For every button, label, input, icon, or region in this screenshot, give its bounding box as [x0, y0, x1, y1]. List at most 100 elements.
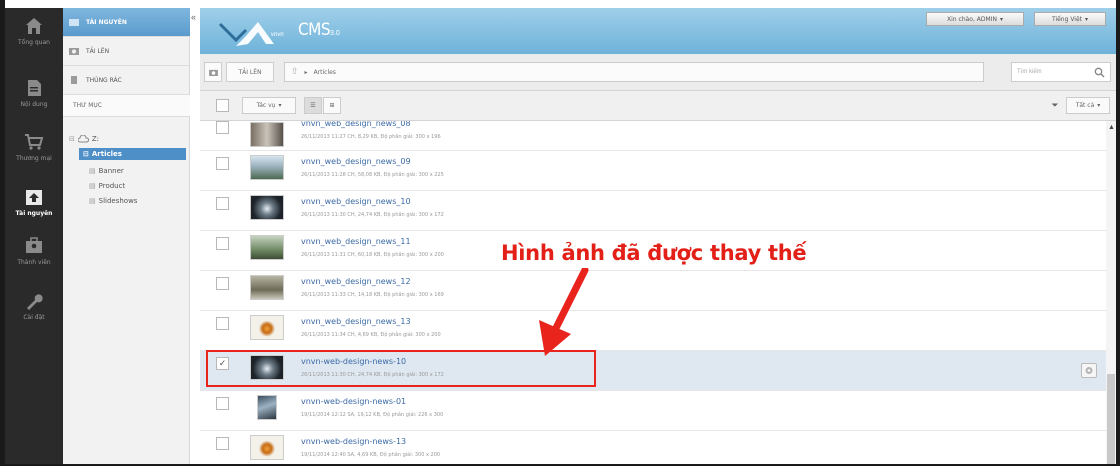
path-breadcrumb: ⇧ ▸ Articles	[284, 62, 984, 82]
search-icon[interactable]	[1094, 67, 1105, 78]
caret-down-icon: ▾	[999, 15, 1003, 23]
filter-button[interactable]: ⏷	[1046, 97, 1064, 114]
file-meta: 26/11/2013 11:34 CH, 4,69 KB, Độ phân gi…	[301, 332, 441, 338]
search-placeholder: Tìm kiếm	[1017, 69, 1042, 75]
row-checkbox[interactable]	[216, 197, 229, 210]
nav-item-settings[interactable]: Cài đặt	[5, 291, 63, 321]
file-list: vnvn_web_design_news_08 26/11/2013 11:27…	[200, 121, 1106, 464]
nav-item-members[interactable]: Thành viên	[5, 236, 63, 266]
trash-icon	[71, 76, 77, 84]
file-thumbnail	[257, 395, 277, 420]
file-meta: 26/11/2013 11:27 CH, 8,29 KB, Độ phân gi…	[301, 134, 441, 140]
language-label: Tiếng Việt	[1051, 15, 1083, 23]
file-meta: 19/11/2014 12:40 SA, 4,69 KB, Độ phân gi…	[301, 452, 441, 458]
caret-down-icon: ▾	[278, 102, 282, 109]
user-menu-button[interactable]: Xin chào, ADMIN ▾	[926, 12, 1024, 26]
actions-label: Tác vụ	[256, 102, 276, 109]
logo: vnvn CMS 3.0	[214, 14, 354, 50]
list-view-button[interactable]: ☰	[304, 97, 322, 114]
nav-item-overview[interactable]: Tổng quan	[5, 16, 63, 46]
file-name[interactable]: vnvn_web_design_news_12	[301, 277, 411, 286]
gear-icon	[1085, 367, 1093, 374]
row-settings-button[interactable]	[1081, 363, 1097, 378]
nav-item-content[interactable]: Nội dung	[5, 78, 63, 108]
file-thumbnail	[250, 195, 284, 220]
upload-icon	[26, 190, 42, 205]
file-name[interactable]: vnvn_web_design_news_11	[301, 237, 411, 246]
file-name[interactable]: vnvn-web-design-news-01	[301, 397, 406, 406]
folder-up-icon[interactable]: ⇧	[291, 67, 299, 77]
row-checkbox[interactable]	[216, 237, 229, 250]
logo-version: 3.0	[330, 30, 340, 37]
sidebar-item-upload[interactable]: TẢI LÊN	[63, 37, 190, 66]
camera-button[interactable]	[204, 62, 222, 82]
file-name[interactable]: vnvn_web_design_news_08	[301, 121, 411, 128]
filter-dropdown[interactable]: Tất cả ▾	[1066, 97, 1110, 114]
folder-label: Articles	[91, 150, 122, 158]
search-input[interactable]: Tìm kiếm	[1011, 62, 1111, 82]
table-row[interactable]: vnvn-web-design-news-01 19/11/2014 12:12…	[200, 391, 1106, 431]
upload-button[interactable]: TẢI LÊN	[226, 62, 274, 82]
file-name[interactable]: vnvn-web-design-news-13	[301, 437, 406, 446]
table-row[interactable]: vnvn_web_design_news_08 26/11/2013 11:27…	[200, 121, 1106, 151]
sidebar-item-trash[interactable]: THÙNG RÁC	[63, 66, 190, 95]
folder-banner[interactable]: ▤ Banner	[89, 167, 124, 175]
table-row[interactable]: vnvn_web_design_news_13 26/11/2013 11:34…	[200, 311, 1106, 351]
folder-product[interactable]: ▤ Product	[89, 182, 125, 190]
path-toolbar: TẢI LÊN ⇧ ▸ Articles Tìm kiếm	[200, 54, 1116, 91]
file-meta: 26/11/2013 11:33 CH, 14,18 KB, Độ phân g…	[301, 292, 444, 298]
breadcrumb-separator-icon: ▸	[304, 68, 308, 76]
table-row[interactable]: vnvn_web_design_news_09 26/11/2013 11:28…	[200, 151, 1106, 191]
scroll-up-icon[interactable]: ▲	[1108, 124, 1115, 131]
file-thumbnail	[250, 235, 284, 260]
file-name[interactable]: vnvn_web_design_news_09	[301, 157, 411, 166]
annotation-arrow-icon	[539, 268, 589, 356]
folder-label: Product	[98, 182, 126, 190]
nav-label: Tài nguyên	[15, 210, 53, 217]
folder-articles[interactable]: ⊟ Articles	[79, 148, 186, 160]
language-button[interactable]: Tiếng Việt ▾	[1034, 12, 1106, 26]
camera-icon	[208, 69, 218, 76]
table-row[interactable]: vnvn-web-design-news-13 19/11/2014 12:40…	[200, 431, 1106, 464]
file-name[interactable]: vnvn_web_design_news_13	[301, 317, 411, 326]
folder-slideshows[interactable]: ▤ Slideshows	[89, 197, 137, 205]
nav-label: Thương mại	[16, 155, 52, 162]
actions-dropdown[interactable]: Tác vụ ▾	[242, 97, 296, 114]
select-all-checkbox[interactable]	[216, 99, 229, 112]
breadcrumb-current[interactable]: Articles	[314, 69, 336, 76]
grid-view-button[interactable]: ⊞	[323, 97, 341, 114]
nav-label: Cài đặt	[23, 314, 45, 321]
annotation-text: Hình ảnh đã được thay thế	[501, 241, 807, 265]
table-row[interactable]: vnvn_web_design_news_12 26/11/2013 11:33…	[200, 271, 1106, 311]
logo-text: CMS	[298, 20, 331, 40]
tree-root[interactable]: ⊟ Z:	[69, 135, 99, 143]
caret-down-icon: ▾	[1085, 15, 1089, 23]
cart-icon	[25, 134, 44, 150]
nav-item-resources[interactable]: Tài nguyên	[5, 187, 63, 217]
sidebar-title[interactable]: TÀI NGUYÊN	[63, 8, 190, 37]
folder-header-label: THƯ MỤC	[73, 102, 102, 109]
row-checkbox[interactable]	[216, 317, 229, 330]
row-checkbox[interactable]	[216, 121, 229, 134]
folder-label: Slideshows	[98, 197, 138, 205]
nav-label: Tổng quan	[18, 39, 50, 46]
main-nav: Tổng quan Nội dung Thương mại Tài nguyên…	[5, 8, 63, 464]
document-icon	[28, 80, 41, 96]
frame-right-border	[1116, 0, 1120, 466]
nav-label: Thành viên	[17, 259, 51, 266]
sidebar-item-label: THÙNG RÁC	[86, 76, 122, 84]
nav-label: Nội dung	[20, 101, 48, 108]
list-scrollbar-thumb[interactable]	[1107, 374, 1115, 464]
row-checkbox[interactable]	[216, 397, 229, 410]
folder-icon: ▤	[89, 167, 96, 175]
filter-icon: ⏷	[1051, 100, 1059, 111]
row-checkbox[interactable]	[216, 437, 229, 450]
list-view-icon: ☰	[310, 102, 316, 109]
sidebar-item-label: TẢI LÊN	[86, 47, 110, 55]
row-checkbox[interactable]	[216, 157, 229, 170]
table-row[interactable]: vnvn_web_design_news_10 26/11/2013 11:30…	[200, 191, 1106, 231]
file-name[interactable]: vnvn_web_design_news_10	[301, 197, 411, 206]
expand-icon: ⊟	[69, 135, 75, 143]
nav-item-commerce[interactable]: Thương mại	[5, 132, 63, 162]
row-checkbox[interactable]	[216, 277, 229, 290]
